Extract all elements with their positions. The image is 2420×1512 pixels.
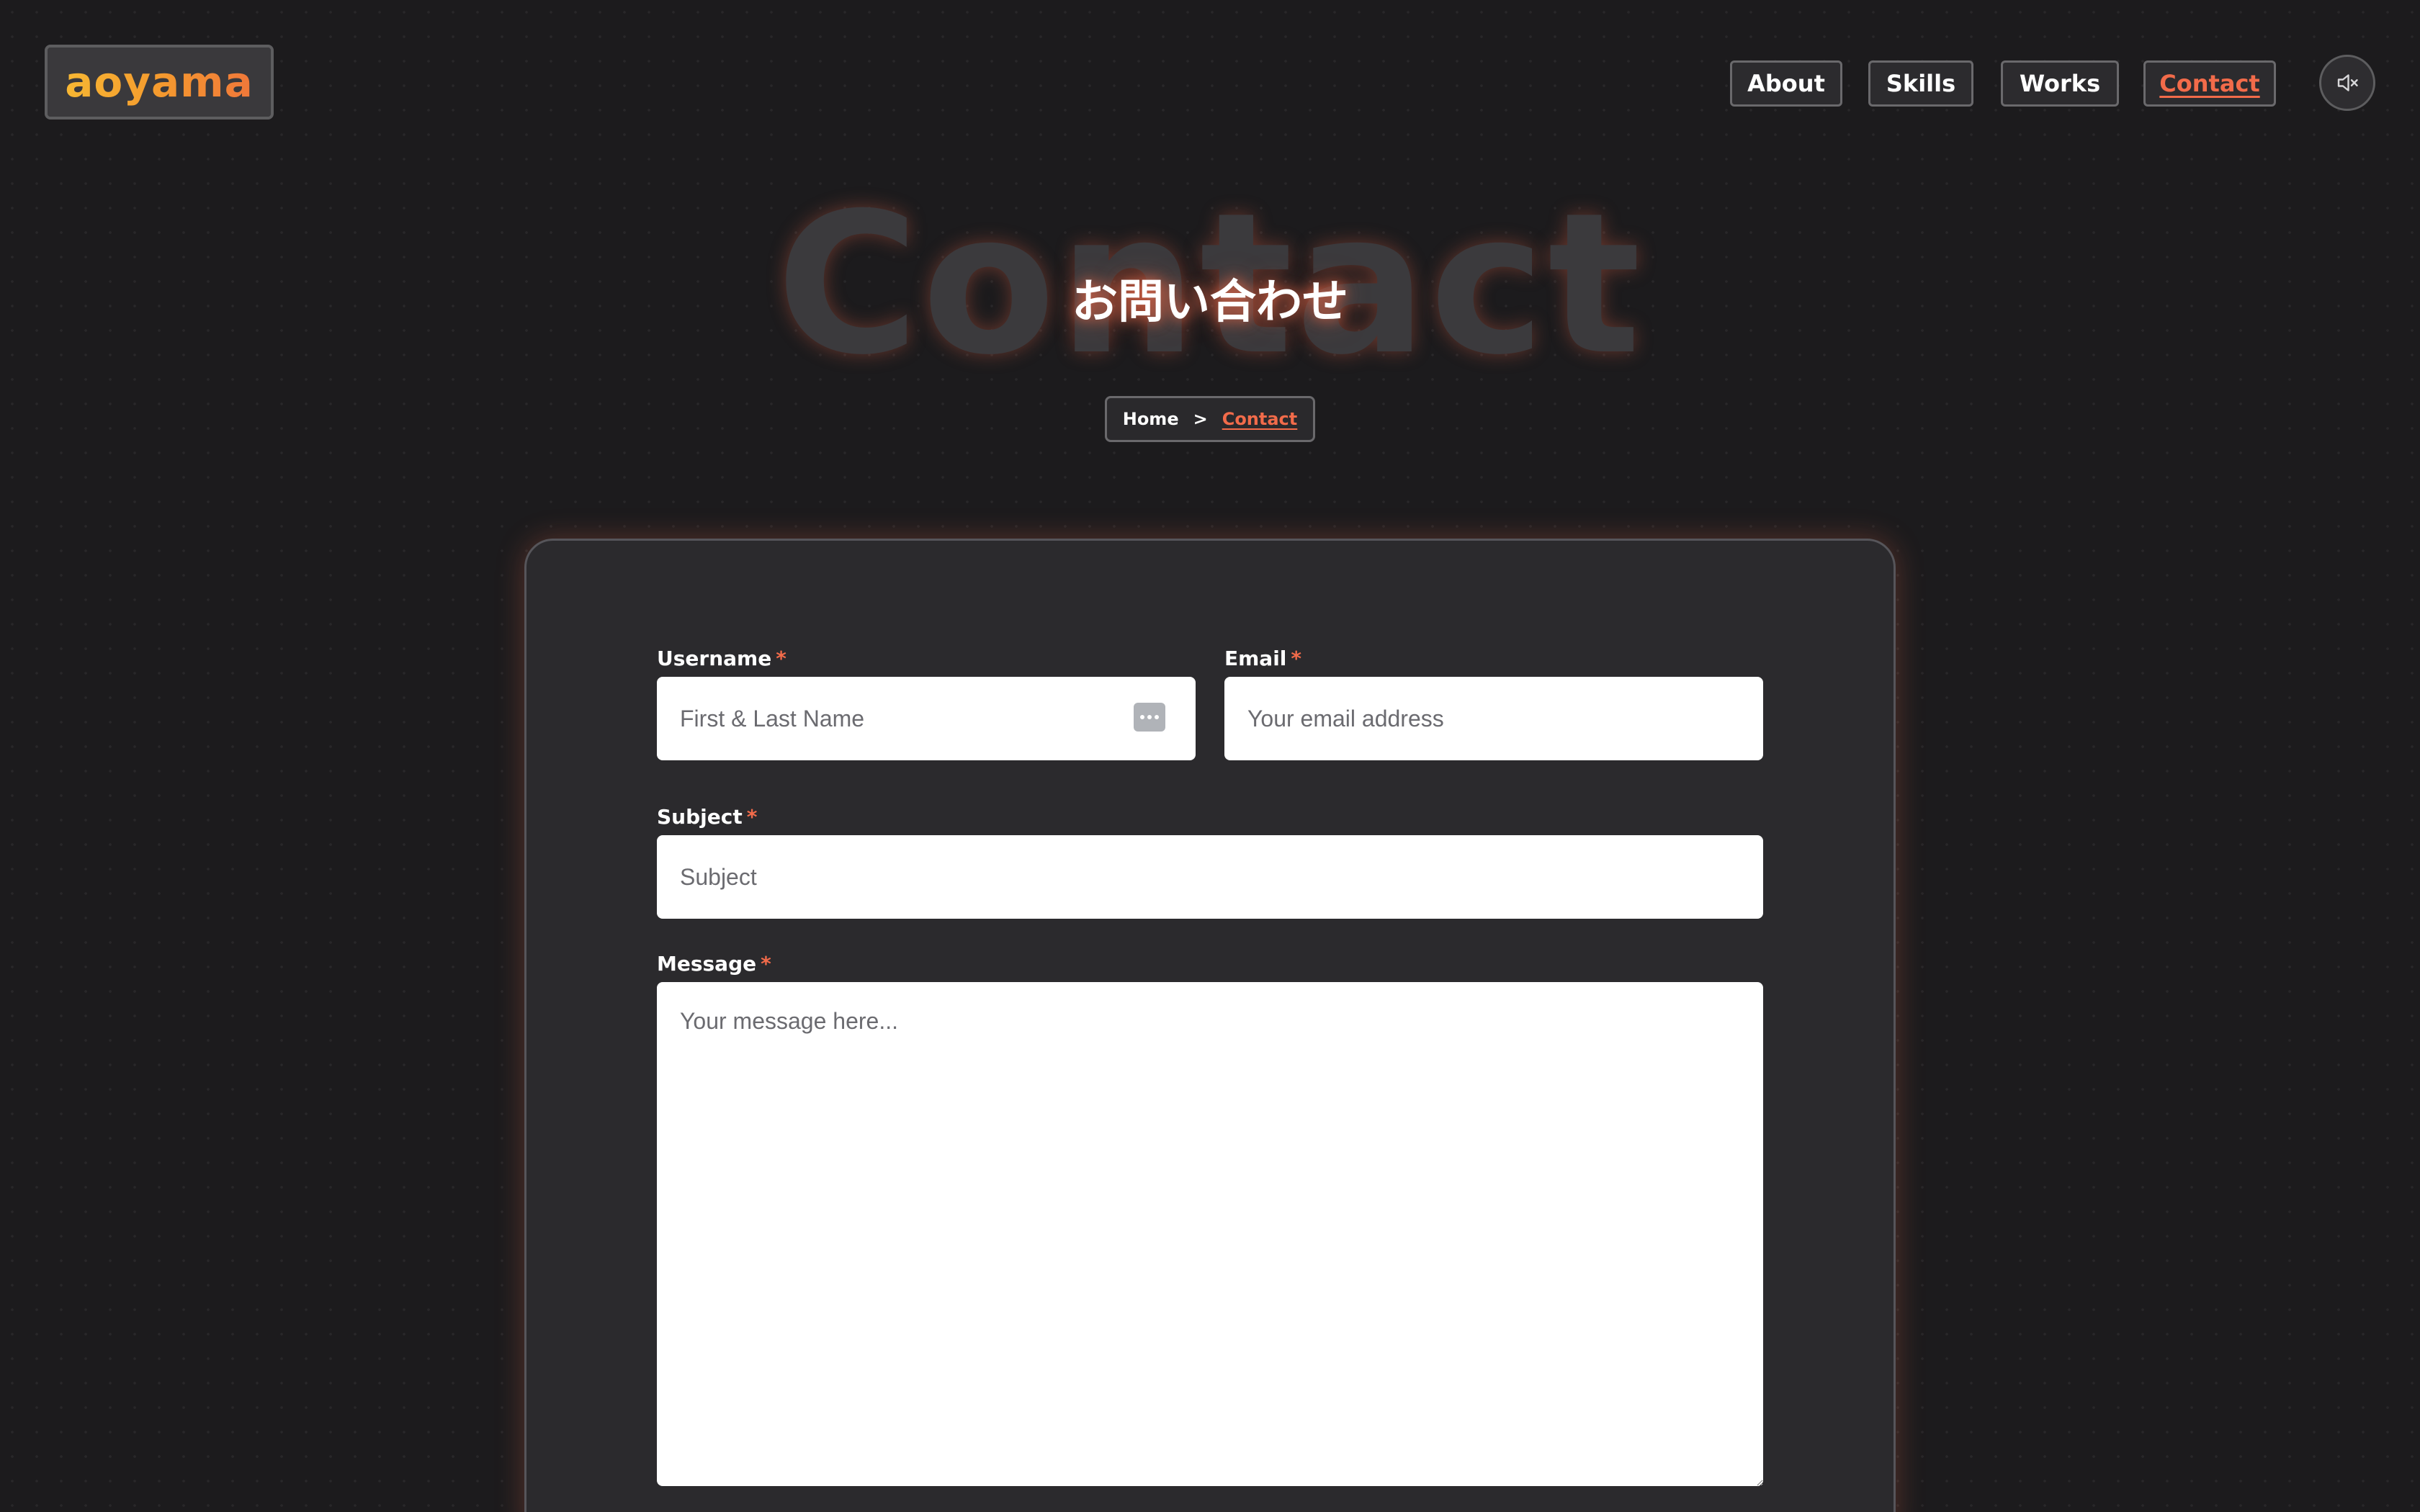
nav-skills-label: Skills bbox=[1886, 70, 1956, 97]
username-input[interactable] bbox=[657, 677, 1196, 760]
required-marker: * bbox=[776, 647, 786, 670]
username-label-text: Username bbox=[657, 647, 772, 670]
message-textarea[interactable] bbox=[657, 982, 1763, 1486]
required-marker: * bbox=[761, 952, 771, 976]
password-manager-icon[interactable] bbox=[1134, 703, 1165, 732]
email-label: Email * bbox=[1224, 647, 1301, 670]
nav-works[interactable]: Works bbox=[2001, 60, 2119, 107]
mute-toggle-button[interactable] bbox=[2319, 55, 2375, 111]
dots-icon bbox=[1140, 715, 1159, 719]
logo-text: aoyama bbox=[65, 58, 254, 107]
subject-input[interactable] bbox=[657, 835, 1763, 919]
nav-contact[interactable]: Contact bbox=[2143, 60, 2276, 107]
page-title: お問い合わせ bbox=[1072, 276, 1348, 329]
required-marker: * bbox=[746, 805, 758, 829]
speaker-muted-icon bbox=[2337, 74, 2358, 91]
message-label-text: Message bbox=[657, 952, 757, 976]
subject-label: Subject * bbox=[657, 805, 757, 829]
email-label-text: Email bbox=[1224, 647, 1287, 670]
breadcrumb: Home > Contact bbox=[1105, 396, 1315, 442]
site-logo[interactable]: aoyama bbox=[45, 45, 274, 120]
breadcrumb-home-link[interactable]: Home bbox=[1123, 409, 1179, 429]
subject-label-text: Subject bbox=[657, 805, 743, 829]
breadcrumb-current[interactable]: Contact bbox=[1222, 409, 1298, 429]
username-label: Username * bbox=[657, 647, 786, 670]
nav-contact-label: Contact bbox=[2159, 70, 2260, 97]
message-label: Message * bbox=[657, 952, 771, 976]
nav-about-label: About bbox=[1747, 70, 1825, 97]
nav-works-label: Works bbox=[2019, 70, 2101, 97]
nav-about[interactable]: About bbox=[1730, 60, 1842, 107]
nav-skills[interactable]: Skills bbox=[1868, 60, 1973, 107]
email-input[interactable] bbox=[1224, 677, 1763, 760]
required-marker: * bbox=[1291, 647, 1302, 670]
breadcrumb-separator: > bbox=[1193, 409, 1208, 429]
